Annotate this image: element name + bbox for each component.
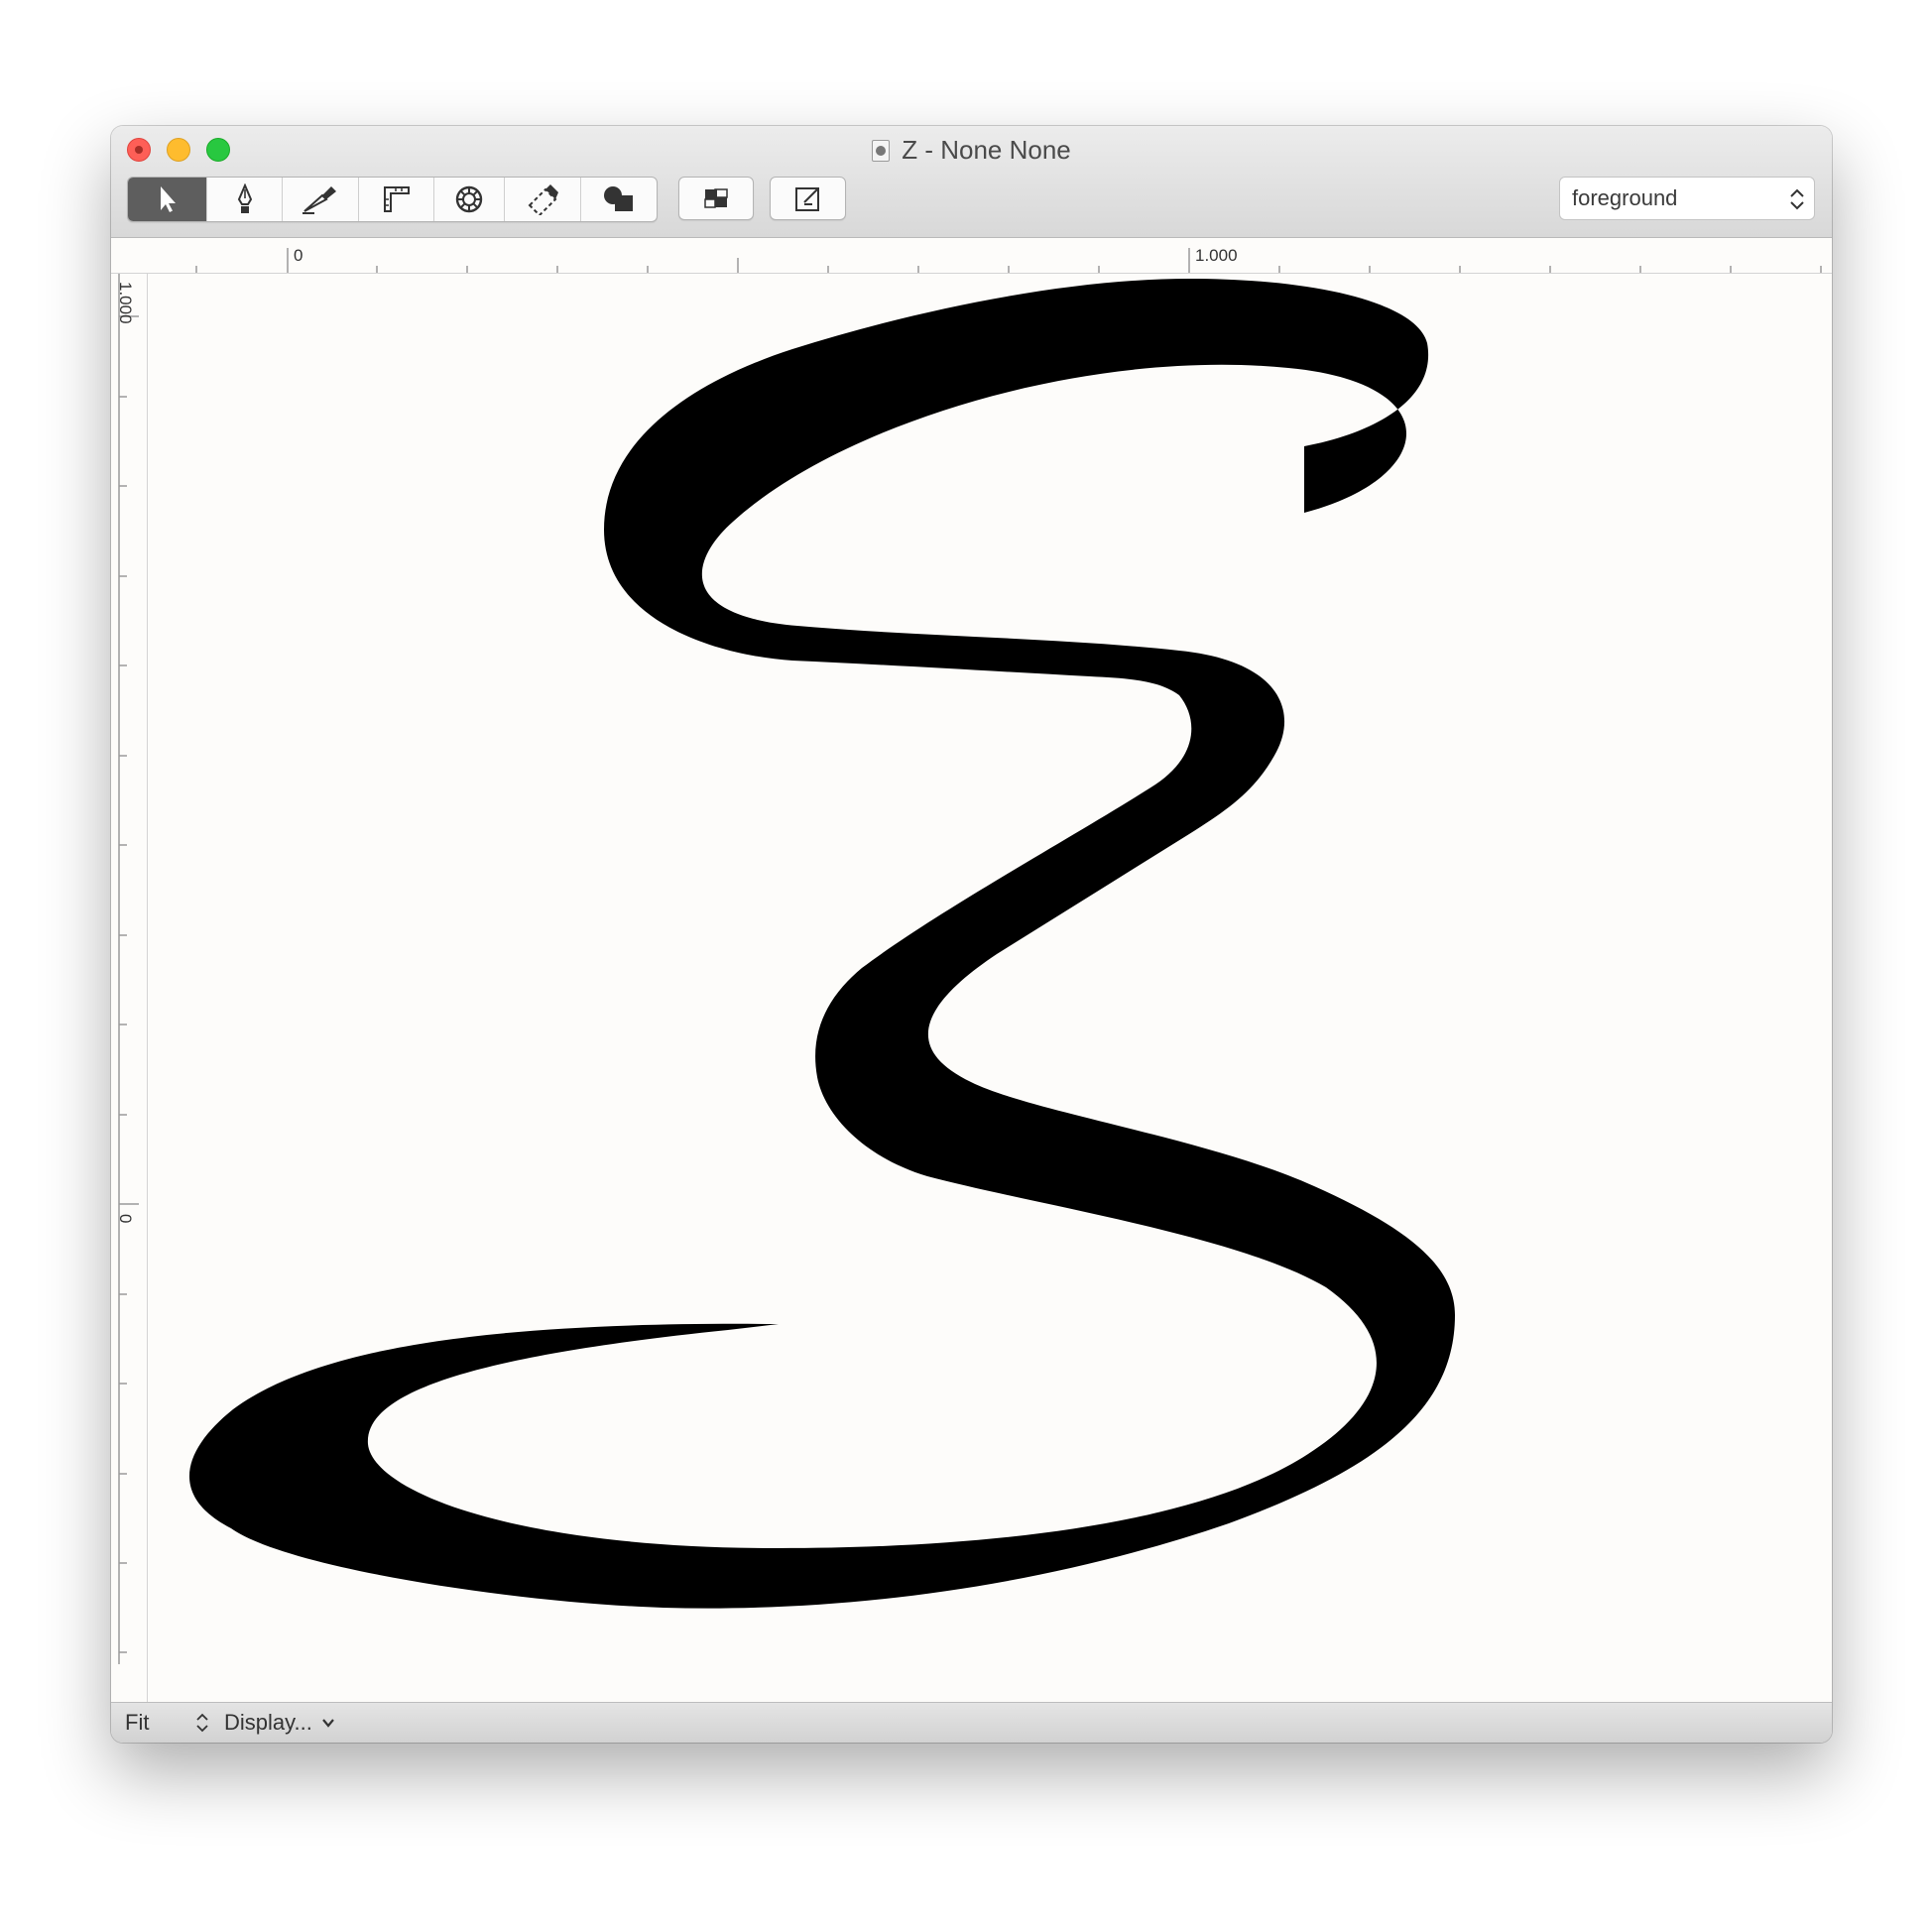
horizontal-ruler: 0 1.000 (111, 238, 1832, 274)
ruler-label-y-1000: 1.000 (116, 282, 135, 324)
pen-tool-button[interactable] (207, 178, 283, 221)
ruler-label-x-0: 0 (294, 246, 303, 265)
ruler-square-icon (383, 186, 410, 212)
eraser-tool-button[interactable] (505, 178, 581, 221)
drawing-canvas[interactable] (148, 274, 1832, 1703)
export-button[interactable] (770, 177, 846, 220)
horizontal-ruler-ticks (195, 248, 1822, 273)
shape-tool-button[interactable] (581, 178, 657, 221)
chevron-up-down-icon (196, 1713, 208, 1733)
layer-select-value: foreground (1572, 185, 1678, 210)
ruler-label-y-0: 0 (116, 1214, 135, 1224)
zoom-fit-label[interactable]: Fit (125, 1703, 149, 1743)
select-tool-button[interactable] (128, 178, 207, 221)
window-title: Z - None None (902, 135, 1071, 165)
rotate-tool-button[interactable] (434, 178, 505, 221)
display-menu-label: Display... (224, 1710, 312, 1735)
window-title-area: Z - None None (111, 134, 1832, 166)
vertical-ruler: 1.000 0 (111, 274, 148, 1703)
export-icon (794, 187, 819, 211)
chevron-down-icon (321, 1719, 334, 1728)
title-bar: Z - None None foreground (111, 126, 1832, 238)
knife-tool-button[interactable] (283, 178, 359, 221)
chevron-up-down-icon (1790, 188, 1804, 210)
layer-select[interactable]: foreground (1559, 177, 1815, 220)
glyph-outline[interactable] (148, 274, 1832, 1664)
ruler-label-x-1000: 1.000 (1195, 246, 1238, 265)
editor-window: Z - None None foreground 0 1.000 1.000 0… (111, 126, 1832, 1743)
vertical-ruler-ticks (118, 274, 139, 1664)
shapes-icon (604, 186, 633, 211)
measure-tool-button[interactable] (359, 178, 434, 221)
gear-wheel-icon (455, 185, 483, 213)
document-proxy-icon[interactable] (872, 140, 891, 162)
knife-icon (302, 186, 336, 214)
status-bar: Fit Display... (111, 1702, 1832, 1743)
tool-segmented-control (127, 177, 658, 222)
layers-button[interactable] (678, 177, 754, 220)
pen-nib-icon (237, 183, 252, 213)
layers-icon (704, 188, 728, 208)
eraser-icon (528, 184, 558, 215)
display-menu[interactable]: Display... (194, 1703, 336, 1743)
arrow-pointer-icon (160, 186, 176, 212)
